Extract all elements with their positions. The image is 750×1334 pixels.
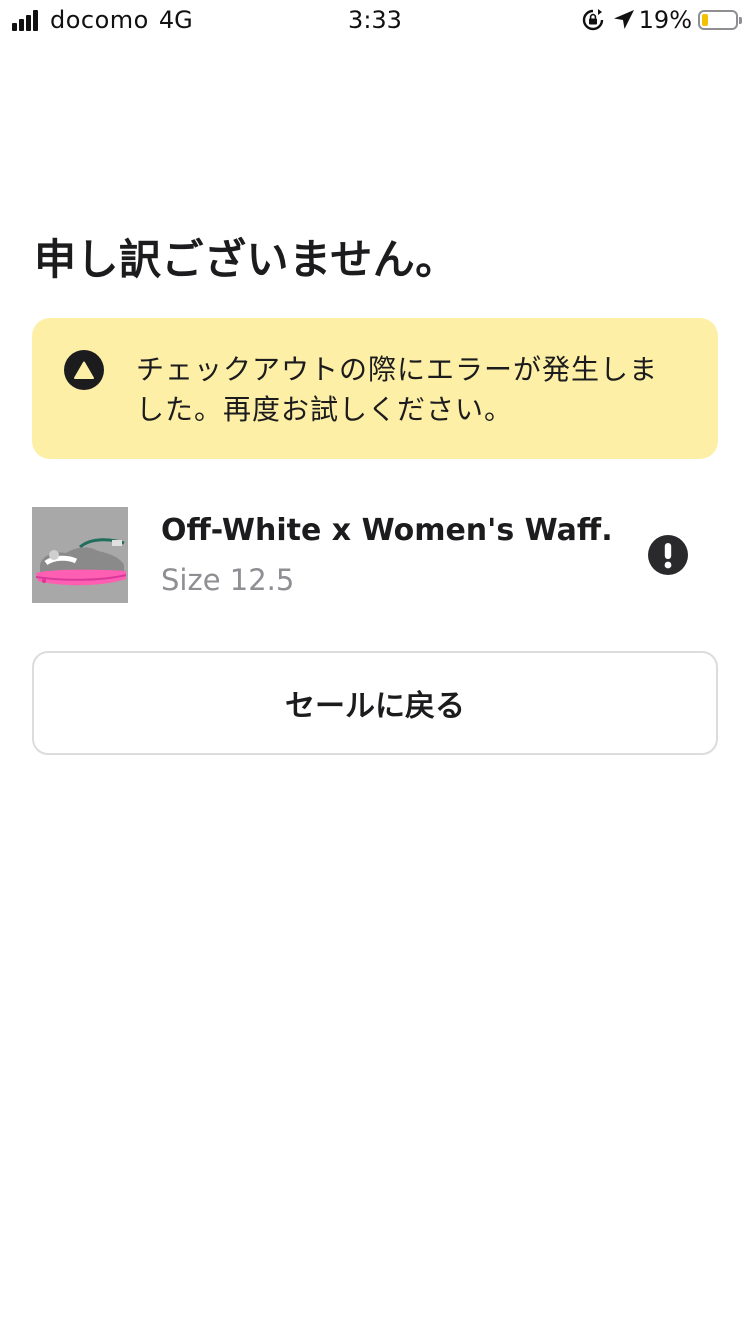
product-item[interactable]: Off-White x Women's Waff... Size 12.5 <box>32 507 718 603</box>
product-name: Off-White x Women's Waff... <box>161 513 611 548</box>
error-alert-banner: チェックアウトの際にエラーが発生しました。再度お試しください。 <box>32 318 718 459</box>
battery-icon <box>698 10 742 30</box>
product-size: Size 12.5 <box>161 563 295 597</box>
battery-level <box>702 14 708 26</box>
status-bar: docomo 4G 3:33 19% <box>0 0 750 40</box>
status-bar-right: 19% <box>581 6 742 34</box>
error-message: チェックアウトの際にエラーが発生しました。再度お試しください。 <box>136 353 659 426</box>
warning-triangle-icon <box>64 350 104 390</box>
location-arrow-icon <box>613 9 635 31</box>
back-to-sale-button[interactable]: セールに戻る <box>32 651 718 755</box>
product-image <box>32 507 128 603</box>
exclamation-icon[interactable] <box>648 535 688 575</box>
battery-percentage: 19% <box>638 6 692 34</box>
page-title: 申し訳ございません。 <box>34 235 458 284</box>
orientation-lock-icon <box>581 8 605 32</box>
